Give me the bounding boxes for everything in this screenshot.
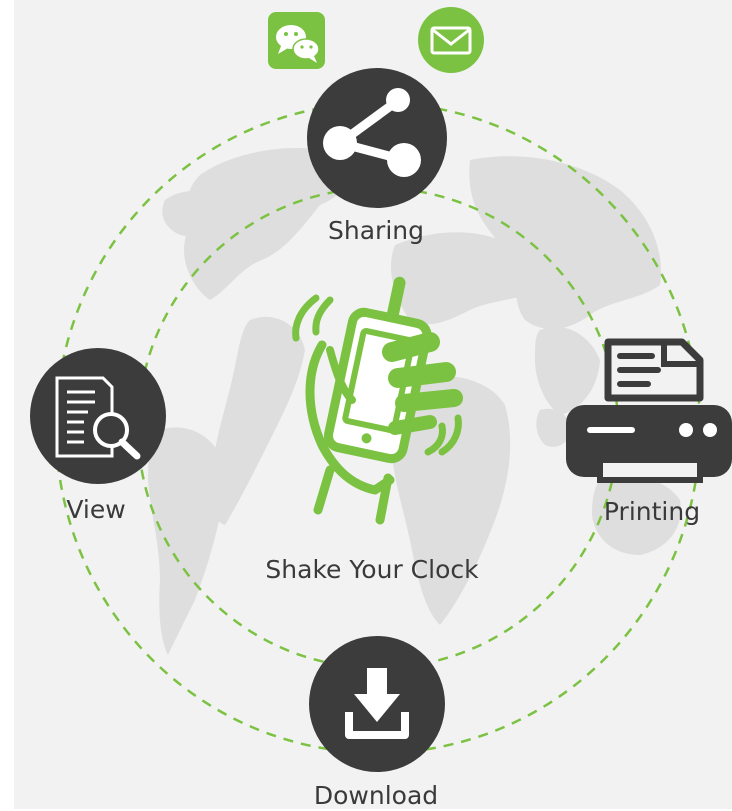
mail-icon[interactable] xyxy=(418,7,484,73)
view-label: View xyxy=(66,495,126,524)
sharing-node[interactable] xyxy=(307,68,447,208)
download-label: Download xyxy=(313,781,439,810)
center-label: Shake Your Clock xyxy=(265,555,479,584)
view-node[interactable] xyxy=(30,348,166,484)
wechat-icon[interactable] xyxy=(268,12,325,69)
printing-label: Printing xyxy=(603,497,701,526)
sharing-label: Sharing xyxy=(328,216,424,245)
download-node[interactable] xyxy=(309,636,445,772)
diagram-canvas xyxy=(30,7,732,772)
